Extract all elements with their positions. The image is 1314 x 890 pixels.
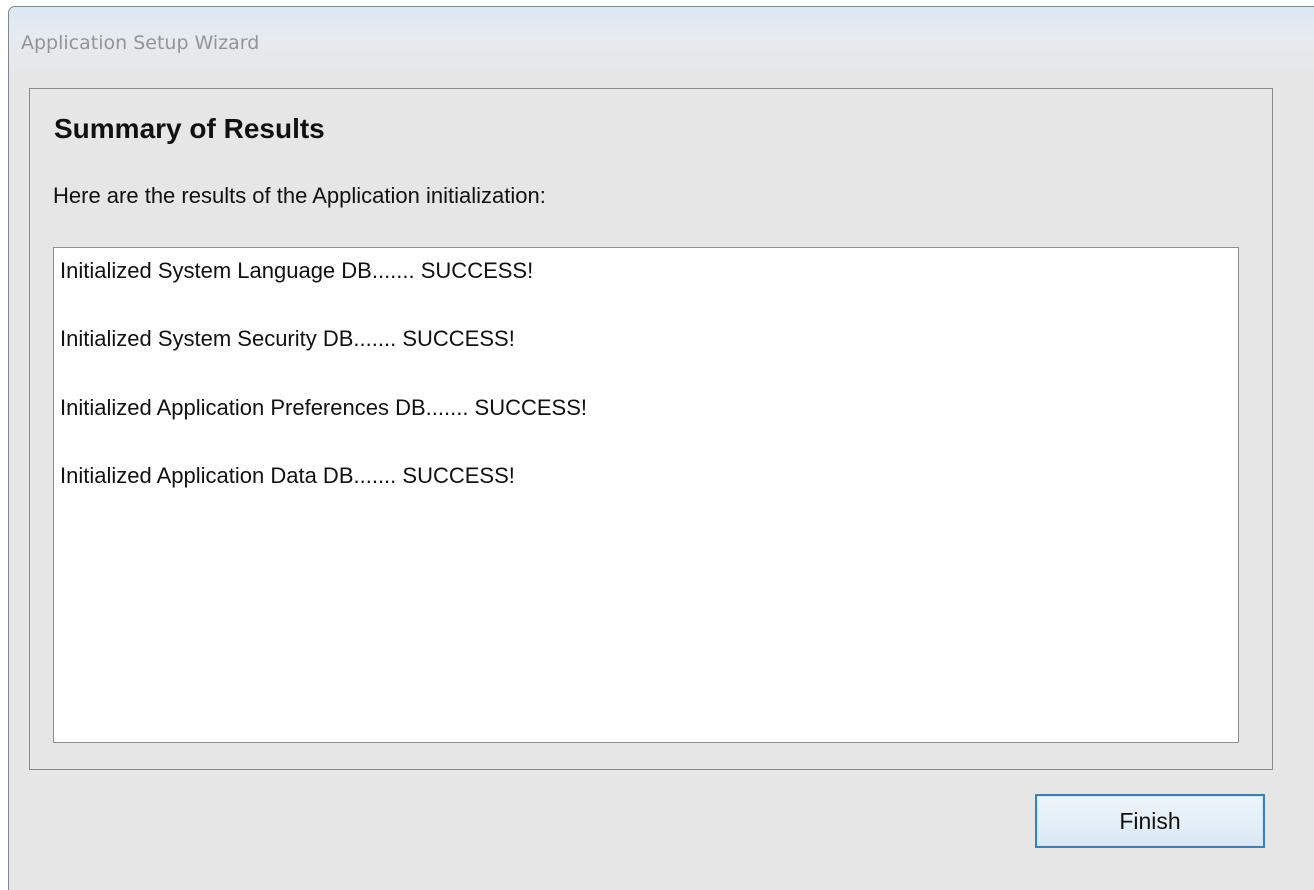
result-item-preferences-db: Initialized Application Preferences DB..… [60,395,588,420]
result-item-language-db: Initialized System Language DB....... SU… [60,258,534,283]
result-item-security-db: Initialized System Security DB....... SU… [60,326,515,351]
results-list[interactable]: Initialized System Language DB....... SU… [53,247,1239,743]
title-bar[interactable]: Application Setup Wizard [9,7,1314,77]
summary-panel: Summary of Results Here are the results … [29,88,1273,770]
finish-button[interactable]: Finish [1035,794,1265,848]
setup-wizard-window: Application Setup Wizard Summary of Resu… [8,6,1314,890]
window-title: Application Setup Wizard [21,32,260,54]
result-item-data-db: Initialized Application Data DB....... S… [60,463,515,488]
summary-heading: Summary of Results [54,113,325,144]
summary-description: Here are the results of the Application … [53,183,546,208]
